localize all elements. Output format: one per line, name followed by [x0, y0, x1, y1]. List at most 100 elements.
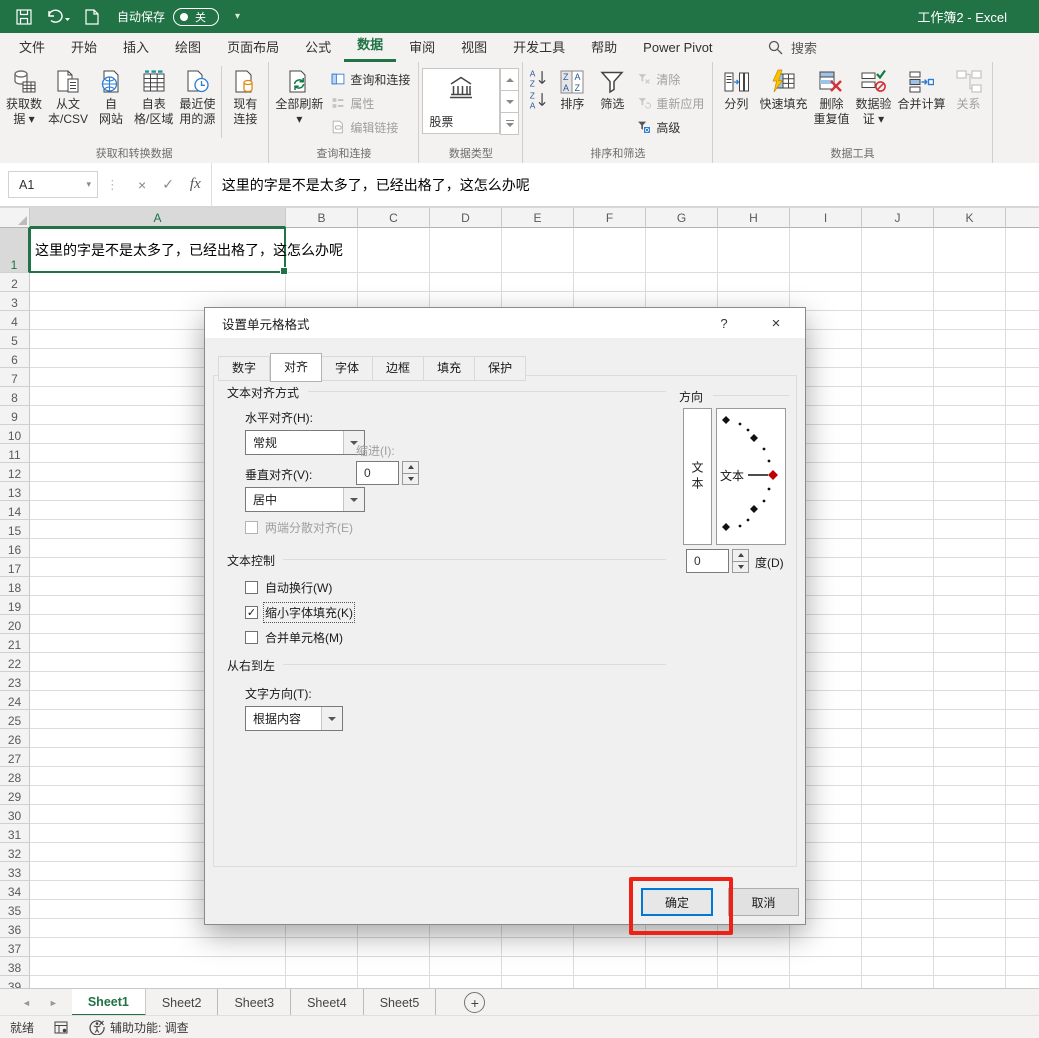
- cell-x7[interactable]: [1006, 368, 1039, 387]
- cell-F1[interactable]: [574, 228, 646, 273]
- column-header-B[interactable]: B: [286, 208, 358, 228]
- get-data-button[interactable]: 获取数据 ▾: [3, 64, 45, 142]
- cell-J33[interactable]: [862, 862, 934, 881]
- cell-H39[interactable]: [718, 976, 790, 988]
- cell-x20[interactable]: [1006, 615, 1039, 634]
- cell-J9[interactable]: [862, 406, 934, 425]
- cell-x35[interactable]: [1006, 900, 1039, 919]
- row-header-34[interactable]: 34: [0, 881, 30, 900]
- row-header-25[interactable]: 25: [0, 710, 30, 729]
- row-header-2[interactable]: 2: [0, 273, 30, 292]
- dialog-tab-number[interactable]: 数字: [218, 356, 271, 381]
- cell-x36[interactable]: [1006, 919, 1039, 938]
- cell-I39[interactable]: [790, 976, 862, 988]
- column-header-I[interactable]: I: [790, 208, 862, 228]
- cell-K23[interactable]: [934, 672, 1006, 691]
- insert-function-icon[interactable]: fx: [190, 176, 201, 193]
- cancel-button[interactable]: 取消: [728, 888, 799, 916]
- cell-K10[interactable]: [934, 425, 1006, 444]
- tab-power-pivot[interactable]: Power Pivot: [630, 35, 725, 62]
- row-header-8[interactable]: 8: [0, 387, 30, 406]
- cell-J20[interactable]: [862, 615, 934, 634]
- gallery-more-icon[interactable]: [500, 113, 520, 135]
- row-header-15[interactable]: 15: [0, 520, 30, 539]
- sheet-tab-1[interactable]: Sheet1: [71, 989, 146, 1016]
- cell-J16[interactable]: [862, 539, 934, 558]
- cell-K2[interactable]: [934, 273, 1006, 292]
- cell-x16[interactable]: [1006, 539, 1039, 558]
- cell-x32[interactable]: [1006, 843, 1039, 862]
- spin-down-icon[interactable]: [402, 473, 419, 485]
- cell-J30[interactable]: [862, 805, 934, 824]
- cell-x4[interactable]: [1006, 311, 1039, 330]
- cell-K13[interactable]: [934, 482, 1006, 501]
- cell-x21[interactable]: [1006, 634, 1039, 653]
- fill-handle[interactable]: [280, 267, 288, 275]
- cell-x17[interactable]: [1006, 558, 1039, 577]
- cell-J1[interactable]: [862, 228, 934, 273]
- recent-sources-button[interactable]: 最近使 用的源: [176, 64, 218, 142]
- cell-H1[interactable]: [718, 228, 790, 273]
- orientation-dial[interactable]: 文本: [716, 408, 786, 545]
- cell-E2[interactable]: [502, 273, 574, 292]
- tab-formulas[interactable]: 公式: [292, 35, 344, 62]
- cell-J39[interactable]: [862, 976, 934, 988]
- column-header-C[interactable]: C: [358, 208, 430, 228]
- row-header-24[interactable]: 24: [0, 691, 30, 710]
- row-header-32[interactable]: 32: [0, 843, 30, 862]
- row-header-29[interactable]: 29: [0, 786, 30, 805]
- cell-J29[interactable]: [862, 786, 934, 805]
- row-header-16[interactable]: 16: [0, 539, 30, 558]
- cell-B39[interactable]: [286, 976, 358, 988]
- cell-C2[interactable]: [358, 273, 430, 292]
- row-header-26[interactable]: 26: [0, 729, 30, 748]
- cell-J13[interactable]: [862, 482, 934, 501]
- cell-I38[interactable]: [790, 957, 862, 976]
- tab-data[interactable]: 数据: [344, 32, 397, 62]
- help-icon[interactable]: ?: [709, 308, 739, 338]
- edit-links-button[interactable]: 编辑链接: [326, 116, 415, 138]
- autosave-switch[interactable]: 关: [173, 7, 220, 26]
- cell-J14[interactable]: [862, 501, 934, 520]
- cell-C37[interactable]: [358, 938, 430, 957]
- from-web-button[interactable]: 自网站: [91, 64, 131, 142]
- cell-x11[interactable]: [1006, 444, 1039, 463]
- cell-x31[interactable]: [1006, 824, 1039, 843]
- cell-K36[interactable]: [934, 919, 1006, 938]
- cell-J15[interactable]: [862, 520, 934, 539]
- horizontal-align-dropdown[interactable]: 常规: [245, 430, 365, 455]
- cell-J6[interactable]: [862, 349, 934, 368]
- cell-x22[interactable]: [1006, 653, 1039, 672]
- cell-G38[interactable]: [646, 957, 718, 976]
- row-header-38[interactable]: 38: [0, 957, 30, 976]
- dialog-tab-alignment[interactable]: 对齐: [270, 353, 323, 382]
- undo-icon[interactable]: [46, 8, 70, 25]
- macro-record-icon[interactable]: [54, 1020, 69, 1035]
- cell-J19[interactable]: [862, 596, 934, 615]
- tab-developer[interactable]: 开发工具: [500, 35, 578, 62]
- cell-G1[interactable]: [646, 228, 718, 273]
- row-header-10[interactable]: 10: [0, 425, 30, 444]
- dialog-tab-border[interactable]: 边框: [373, 356, 425, 381]
- cell-F39[interactable]: [574, 976, 646, 988]
- tab-insert[interactable]: 插入: [110, 35, 162, 62]
- row-header-30[interactable]: 30: [0, 805, 30, 824]
- tab-help[interactable]: 帮助: [578, 35, 630, 62]
- dialog-tab-font[interactable]: 字体: [322, 356, 374, 381]
- cell-K17[interactable]: [934, 558, 1006, 577]
- column-header-A[interactable]: A: [30, 208, 286, 228]
- cell-F2[interactable]: [574, 273, 646, 292]
- cell-A1[interactable]: 这里的字是不是太多了，已经出格了，这怎么办呢: [29, 227, 343, 275]
- clear-button[interactable]: 清除: [632, 68, 709, 90]
- cell-K18[interactable]: [934, 577, 1006, 596]
- refresh-all-button[interactable]: 全部刷新 ▾: [272, 64, 326, 142]
- row-header-7[interactable]: 7: [0, 368, 30, 387]
- cell-x10[interactable]: [1006, 425, 1039, 444]
- from-table-range-button[interactable]: 自表 格/区域: [131, 64, 176, 142]
- cell-x15[interactable]: [1006, 520, 1039, 539]
- row-header-37[interactable]: 37: [0, 938, 30, 957]
- cell-J3[interactable]: [862, 292, 934, 311]
- stock-data-type[interactable]: 股票: [422, 68, 501, 134]
- cell-x18[interactable]: [1006, 577, 1039, 596]
- sheet-tab-3[interactable]: Sheet3: [218, 989, 292, 1016]
